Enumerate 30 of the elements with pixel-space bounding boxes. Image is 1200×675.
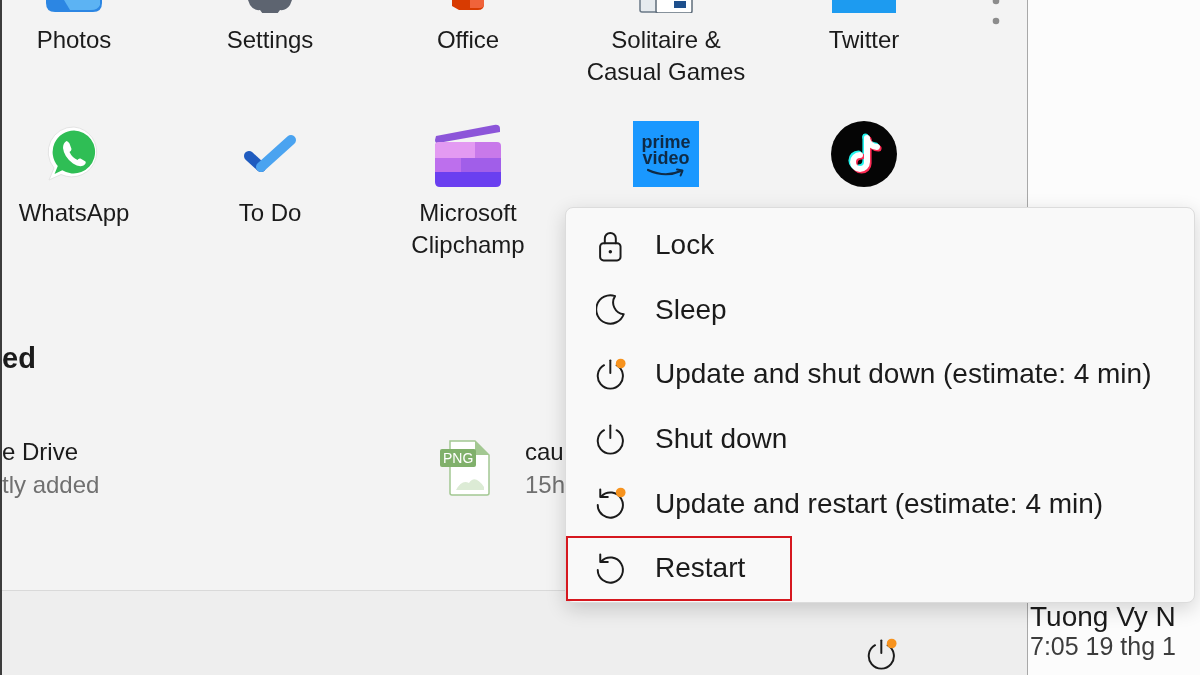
item-title: e Drive [2, 437, 80, 467]
app-tile[interactable]: prime video [581, 121, 751, 187]
app-tile[interactable]: Office [383, 0, 553, 56]
recommended-item[interactable]: e Drive tly added [2, 435, 440, 501]
section-heading: ed [2, 341, 36, 376]
recommended-item[interactable]: PNG cau 15h [440, 435, 566, 501]
user-name: Tuong Vy N [1030, 603, 1177, 631]
menu-item[interactable]: Shut down [566, 406, 1194, 472]
app-tile[interactable]: Photos [2, 0, 146, 56]
logo-text: prime [641, 133, 691, 150]
timestamp: 7:05 19 thg 1 [1030, 632, 1177, 661]
page-dots-icon [991, 0, 1001, 26]
item-subtitle: 15h [525, 470, 566, 500]
app-tile[interactable]: Solitaire & Casual Games [581, 0, 751, 88]
menu-item[interactable]: Lock [566, 213, 1194, 278]
app-tile[interactable]: WhatsApp [2, 121, 146, 229]
app-tile[interactable]: To Do [185, 121, 355, 229]
music-note-icon [831, 121, 897, 187]
smile-arrow-icon [647, 167, 685, 177]
item-title: cau [525, 437, 565, 467]
menu-item[interactable]: Update and shut down (estimate: 4 min) [566, 342, 1194, 407]
file-type-label: PNG [440, 449, 477, 467]
app-icon [832, 0, 896, 13]
item-subtitle: tly added [2, 470, 100, 500]
menu-item[interactable]: Update and restart (estimate: 4 min) [566, 471, 1194, 536]
menu-item[interactable]: Sleep [566, 277, 1194, 343]
menu-item[interactable]: Restart [566, 535, 793, 601]
app-tile[interactable]: Microsoft Clipchamp [383, 121, 553, 261]
app-tile[interactable]: Settings [185, 0, 355, 56]
app-tile[interactable]: Twitter [779, 0, 949, 56]
